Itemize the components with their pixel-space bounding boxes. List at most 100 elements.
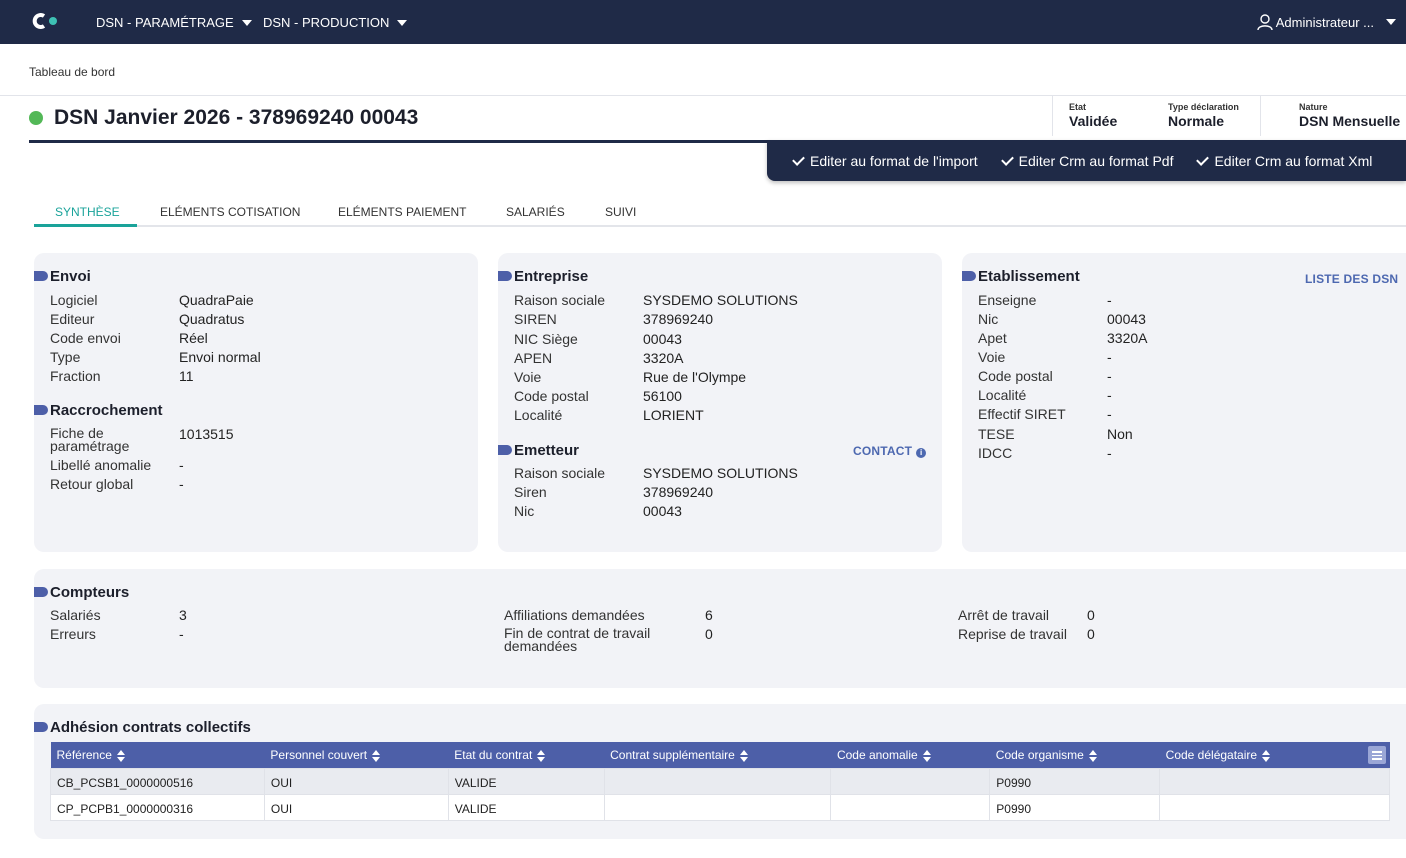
tab-elements-cotisation[interactable]: Eléments cotisation xyxy=(160,205,300,219)
table-row[interactable]: CB_PCSB1_0000000516 OUI VALIDE P0990 xyxy=(50,767,1390,795)
column-header-etat-contrat[interactable]: Etat du contrat xyxy=(448,742,605,768)
liste-des-dsn-link[interactable]: LISTE DES DSN xyxy=(1305,272,1398,286)
row-value: 3320A xyxy=(1107,330,1148,346)
chevron-down-icon xyxy=(1386,19,1396,25)
row-value: Non xyxy=(1107,426,1133,442)
row-value: 00043 xyxy=(643,331,682,347)
row-key: Effectif SIRET xyxy=(978,406,1066,422)
edit-crm-xml-button[interactable]: Editer Crm au format Xml xyxy=(1196,152,1372,169)
row-key: IDCC xyxy=(978,445,1013,461)
row-value: SYSDEMO SOLUTIONS xyxy=(643,465,798,481)
adhesion-table: Référence Personnel couvert Etat du cont… xyxy=(50,742,1390,821)
table-cell: VALIDE xyxy=(447,793,605,821)
row-key: Code postal xyxy=(978,368,1053,384)
chevron-down-icon xyxy=(241,19,252,26)
fiche-parametrage-link[interactable]: 1013515 xyxy=(179,425,234,444)
table-header-row: Référence Personnel couvert Etat du cont… xyxy=(50,742,1390,768)
edit-crm-pdf-button[interactable]: Editer Crm au format Pdf xyxy=(1000,152,1174,169)
column-header-code-anomalie[interactable]: Code anomalie xyxy=(830,742,990,768)
row-value: - xyxy=(1107,349,1112,365)
contact-link[interactable]: CONTACT i xyxy=(853,444,927,458)
row-value: 3320A xyxy=(643,350,684,366)
top-navbar: DSN - PARAMÉTRAGE DSN - PRODUCTION Admin… xyxy=(0,0,1406,44)
entreprise-section-title: Entreprise xyxy=(498,268,588,285)
section-flag-icon xyxy=(34,405,48,415)
meta-nature-label: Nature xyxy=(1299,102,1328,112)
row-value: Rue de l'Olympe xyxy=(643,369,747,385)
row-value: Quadratus xyxy=(179,311,245,327)
row-key: Fiche de paramétrage xyxy=(50,425,130,454)
column-header-contrat-supplementaire[interactable]: Contrat supplémentaire xyxy=(604,742,831,768)
row-value: - xyxy=(179,476,184,492)
check-icon xyxy=(1196,152,1210,166)
row-key: Reprise de travail xyxy=(958,626,1067,642)
column-header-reference[interactable]: Référence xyxy=(50,742,265,768)
breadcrumb[interactable]: Tableau de bord xyxy=(29,65,115,79)
nav-menu-production[interactable]: DSN - PRODUCTION xyxy=(263,0,408,44)
row-value: QuadraPaie xyxy=(179,292,254,308)
info-icon: i xyxy=(916,448,927,458)
table-cell: P0990 xyxy=(989,793,1161,821)
row-key: Retour global xyxy=(50,476,134,492)
meta-etat-label: Etat xyxy=(1069,102,1087,112)
row-key: Voie xyxy=(978,349,1006,365)
row-key: Apet xyxy=(978,330,1007,346)
tab-synthese[interactable]: Synthèse xyxy=(55,205,120,219)
meta-nature: Nature DSN Mensuelle xyxy=(1260,96,1406,136)
column-header-label: Code anomalie xyxy=(836,747,918,762)
sort-icon xyxy=(116,749,125,762)
compteurs-card xyxy=(34,569,1406,688)
meta-type-declaration: Type déclaration Normale xyxy=(1152,96,1260,136)
row-key: Fin de contrat de travail demandées xyxy=(504,625,651,654)
section-flag-icon xyxy=(34,722,48,732)
envoi-section-title: Envoi xyxy=(34,268,91,285)
column-header-label: Référence xyxy=(56,747,112,762)
column-menu-icon[interactable] xyxy=(1368,746,1386,764)
sort-icon xyxy=(372,749,381,762)
tab-suivi[interactable]: Suivi xyxy=(605,205,636,219)
active-tab-indicator xyxy=(34,224,137,227)
row-value: 56100 xyxy=(643,388,682,404)
tab-bar: Synthèse Eléments cotisation Eléments pa… xyxy=(34,200,1406,227)
table-cell: OUI xyxy=(263,793,449,821)
section-flag-icon xyxy=(498,271,512,281)
column-header-personnel-couvert[interactable]: Personnel couvert xyxy=(264,742,449,768)
row-value: - xyxy=(1107,368,1112,384)
tab-salaries[interactable]: Salariés xyxy=(506,205,565,219)
row-value: - xyxy=(1107,406,1112,422)
row-value: 3 xyxy=(179,607,187,623)
edit-import-format-label: Editer au format de l'import xyxy=(810,152,978,169)
row-key: Arrêt de travail xyxy=(958,607,1050,623)
row-key: Code envoi xyxy=(50,330,121,346)
row-key: Raison sociale xyxy=(514,465,606,481)
raccrochement-section-title: Raccrochement xyxy=(34,402,163,419)
row-value: 6 xyxy=(705,607,713,623)
row-key: Type xyxy=(50,349,81,365)
table-cell xyxy=(603,767,832,795)
table-row[interactable]: CP_PCPB1_0000000316 OUI VALIDE P0990 xyxy=(50,793,1390,821)
column-header-code-organisme[interactable]: Code organisme xyxy=(989,742,1160,768)
row-value: 0 xyxy=(705,626,713,642)
row-value: Réel xyxy=(179,330,208,346)
row-key: NIC Siège xyxy=(514,331,578,347)
app-logo-icon[interactable] xyxy=(30,13,60,29)
row-key: Fraction xyxy=(50,368,101,384)
row-key: Raison sociale xyxy=(514,292,606,308)
column-header-code-delegataire[interactable]: Code délégataire xyxy=(1159,742,1390,768)
row-value: 11 xyxy=(179,368,194,384)
table-cell: P0990 xyxy=(989,767,1161,795)
edit-import-format-button[interactable]: Editer au format de l'import xyxy=(792,152,978,169)
row-key: Logiciel xyxy=(50,292,98,308)
page-title: DSN Janvier 2026 - 378969240 00043 xyxy=(54,106,419,129)
tab-elements-paiement[interactable]: Eléments paiement xyxy=(338,205,466,219)
row-key: SIREN xyxy=(514,311,557,327)
user-menu[interactable]: Administrateur ... xyxy=(1256,0,1396,44)
row-key: Editeur xyxy=(50,311,95,327)
row-key: Nic xyxy=(978,311,999,327)
envoi-title-text: Envoi xyxy=(50,268,91,285)
row-key: Code postal xyxy=(514,388,589,404)
nav-menu-parametrage[interactable]: DSN - PARAMÉTRAGE xyxy=(96,0,252,44)
check-icon xyxy=(1000,152,1014,166)
edit-crm-pdf-label: Editer Crm au format Pdf xyxy=(1018,152,1174,169)
contact-link-label: CONTACT xyxy=(853,444,913,458)
